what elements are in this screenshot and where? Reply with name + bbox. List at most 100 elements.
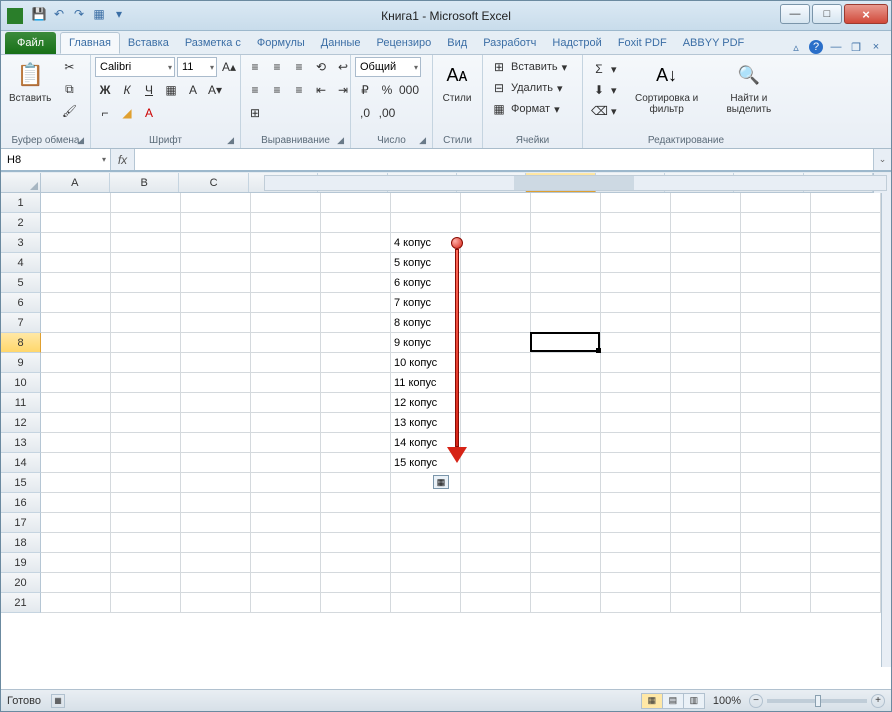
ribbon-tab-foxit pdf[interactable]: Foxit PDF xyxy=(610,32,675,54)
cell[interactable] xyxy=(671,373,741,393)
cell[interactable] xyxy=(391,573,461,593)
cell[interactable] xyxy=(671,333,741,353)
cell[interactable] xyxy=(321,493,391,513)
cell[interactable] xyxy=(111,553,181,573)
row-header[interactable]: 16 xyxy=(1,493,41,513)
cell[interactable] xyxy=(601,453,671,473)
cell[interactable] xyxy=(41,333,111,353)
cell[interactable] xyxy=(41,213,111,233)
cell[interactable] xyxy=(531,393,601,413)
worksheet-grid[interactable]: ABCDEFGHIJKL 123456789101112131415161718… xyxy=(1,173,891,667)
cell[interactable] xyxy=(251,193,321,213)
orientation-icon[interactable]: ⟲ xyxy=(311,57,331,77)
border-icon[interactable]: ▦ xyxy=(161,80,181,100)
cell[interactable] xyxy=(251,533,321,553)
cell[interactable] xyxy=(531,193,601,213)
cell[interactable] xyxy=(671,213,741,233)
cell[interactable] xyxy=(41,433,111,453)
page-break-view-icon[interactable]: ▥ xyxy=(683,693,705,709)
underline-button[interactable]: Ч xyxy=(139,80,159,100)
normal-view-icon[interactable]: ▦ xyxy=(641,693,663,709)
cell[interactable]: 4 копус xyxy=(391,233,461,253)
cell[interactable] xyxy=(251,573,321,593)
grow-font-icon[interactable]: A▴ xyxy=(219,57,239,77)
cell[interactable] xyxy=(461,453,531,473)
fill-button[interactable]: ⬇▾ xyxy=(587,80,621,100)
row-header[interactable]: 10 xyxy=(1,373,41,393)
cell[interactable] xyxy=(111,493,181,513)
cell[interactable] xyxy=(41,473,111,493)
cell[interactable] xyxy=(41,373,111,393)
qat-item-icon[interactable]: ▦ xyxy=(91,6,107,22)
decrease-decimal-icon[interactable]: ,00 xyxy=(377,103,397,123)
cell[interactable] xyxy=(741,393,811,413)
dialog-launcher-icon[interactable]: ◢ xyxy=(419,135,426,146)
select-all-corner[interactable] xyxy=(1,173,41,192)
cell[interactable] xyxy=(601,553,671,573)
cell[interactable] xyxy=(811,193,881,213)
cell[interactable] xyxy=(321,533,391,553)
cell[interactable] xyxy=(251,373,321,393)
cell[interactable] xyxy=(811,533,881,553)
cell[interactable] xyxy=(741,573,811,593)
ribbon-tab-разметка с[interactable]: Разметка с xyxy=(177,32,249,54)
cell[interactable] xyxy=(181,593,251,613)
ribbon-tab-вставка[interactable]: Вставка xyxy=(120,32,177,54)
cell[interactable] xyxy=(111,393,181,413)
zoom-in-button[interactable]: + xyxy=(871,694,885,708)
cell[interactable] xyxy=(811,333,881,353)
align-center-icon[interactable]: ≡ xyxy=(267,80,287,100)
paste-button[interactable]: 📋 Вставить xyxy=(5,57,55,106)
formula-input[interactable] xyxy=(135,149,873,170)
cell[interactable] xyxy=(811,493,881,513)
cell[interactable] xyxy=(531,313,601,333)
comma-icon[interactable]: 000 xyxy=(399,80,419,100)
cell[interactable] xyxy=(671,273,741,293)
cell[interactable] xyxy=(811,353,881,373)
cell[interactable] xyxy=(531,333,601,353)
cell[interactable] xyxy=(111,253,181,273)
row-header[interactable]: 7 xyxy=(1,313,41,333)
cell[interactable] xyxy=(811,413,881,433)
cell[interactable] xyxy=(321,353,391,373)
cell[interactable] xyxy=(41,293,111,313)
cell[interactable] xyxy=(321,373,391,393)
cell[interactable] xyxy=(461,473,531,493)
row-header[interactable]: 2 xyxy=(1,213,41,233)
doc-close-icon[interactable]: × xyxy=(869,40,883,54)
bold-button[interactable]: Ж xyxy=(95,80,115,100)
cell[interactable] xyxy=(671,313,741,333)
cell[interactable] xyxy=(181,373,251,393)
cell[interactable] xyxy=(181,193,251,213)
border-bottom-icon[interactable]: ⌐ xyxy=(95,103,115,123)
cell[interactable] xyxy=(41,193,111,213)
cut-icon[interactable]: ✂ xyxy=(59,57,79,77)
cell[interactable] xyxy=(461,313,531,333)
cell[interactable] xyxy=(741,553,811,573)
cell[interactable] xyxy=(671,493,741,513)
cell[interactable]: 9 копус xyxy=(391,333,461,353)
minimize-button[interactable]: — xyxy=(780,4,810,24)
cell[interactable] xyxy=(601,373,671,393)
ribbon-tab-вид[interactable]: Вид xyxy=(439,32,475,54)
cell[interactable] xyxy=(671,533,741,553)
cell[interactable] xyxy=(111,593,181,613)
cell[interactable] xyxy=(461,213,531,233)
row-header[interactable]: 3 xyxy=(1,233,41,253)
macro-record-icon[interactable]: ▦ xyxy=(51,694,65,708)
help-icon[interactable]: ? xyxy=(809,40,823,54)
autofill-options-icon[interactable]: ▦ xyxy=(433,475,449,489)
cell[interactable] xyxy=(671,413,741,433)
cell[interactable] xyxy=(391,213,461,233)
cell[interactable] xyxy=(601,233,671,253)
zoom-slider[interactable] xyxy=(767,699,867,703)
align-top-icon[interactable]: ≡ xyxy=(245,57,265,77)
cell[interactable] xyxy=(461,553,531,573)
cell[interactable] xyxy=(181,413,251,433)
cell[interactable] xyxy=(811,513,881,533)
cell[interactable] xyxy=(111,193,181,213)
cell[interactable] xyxy=(671,453,741,473)
maximize-button[interactable]: □ xyxy=(812,4,842,24)
shrink-font-icon[interactable]: A▾ xyxy=(205,80,225,100)
cell[interactable] xyxy=(251,393,321,413)
